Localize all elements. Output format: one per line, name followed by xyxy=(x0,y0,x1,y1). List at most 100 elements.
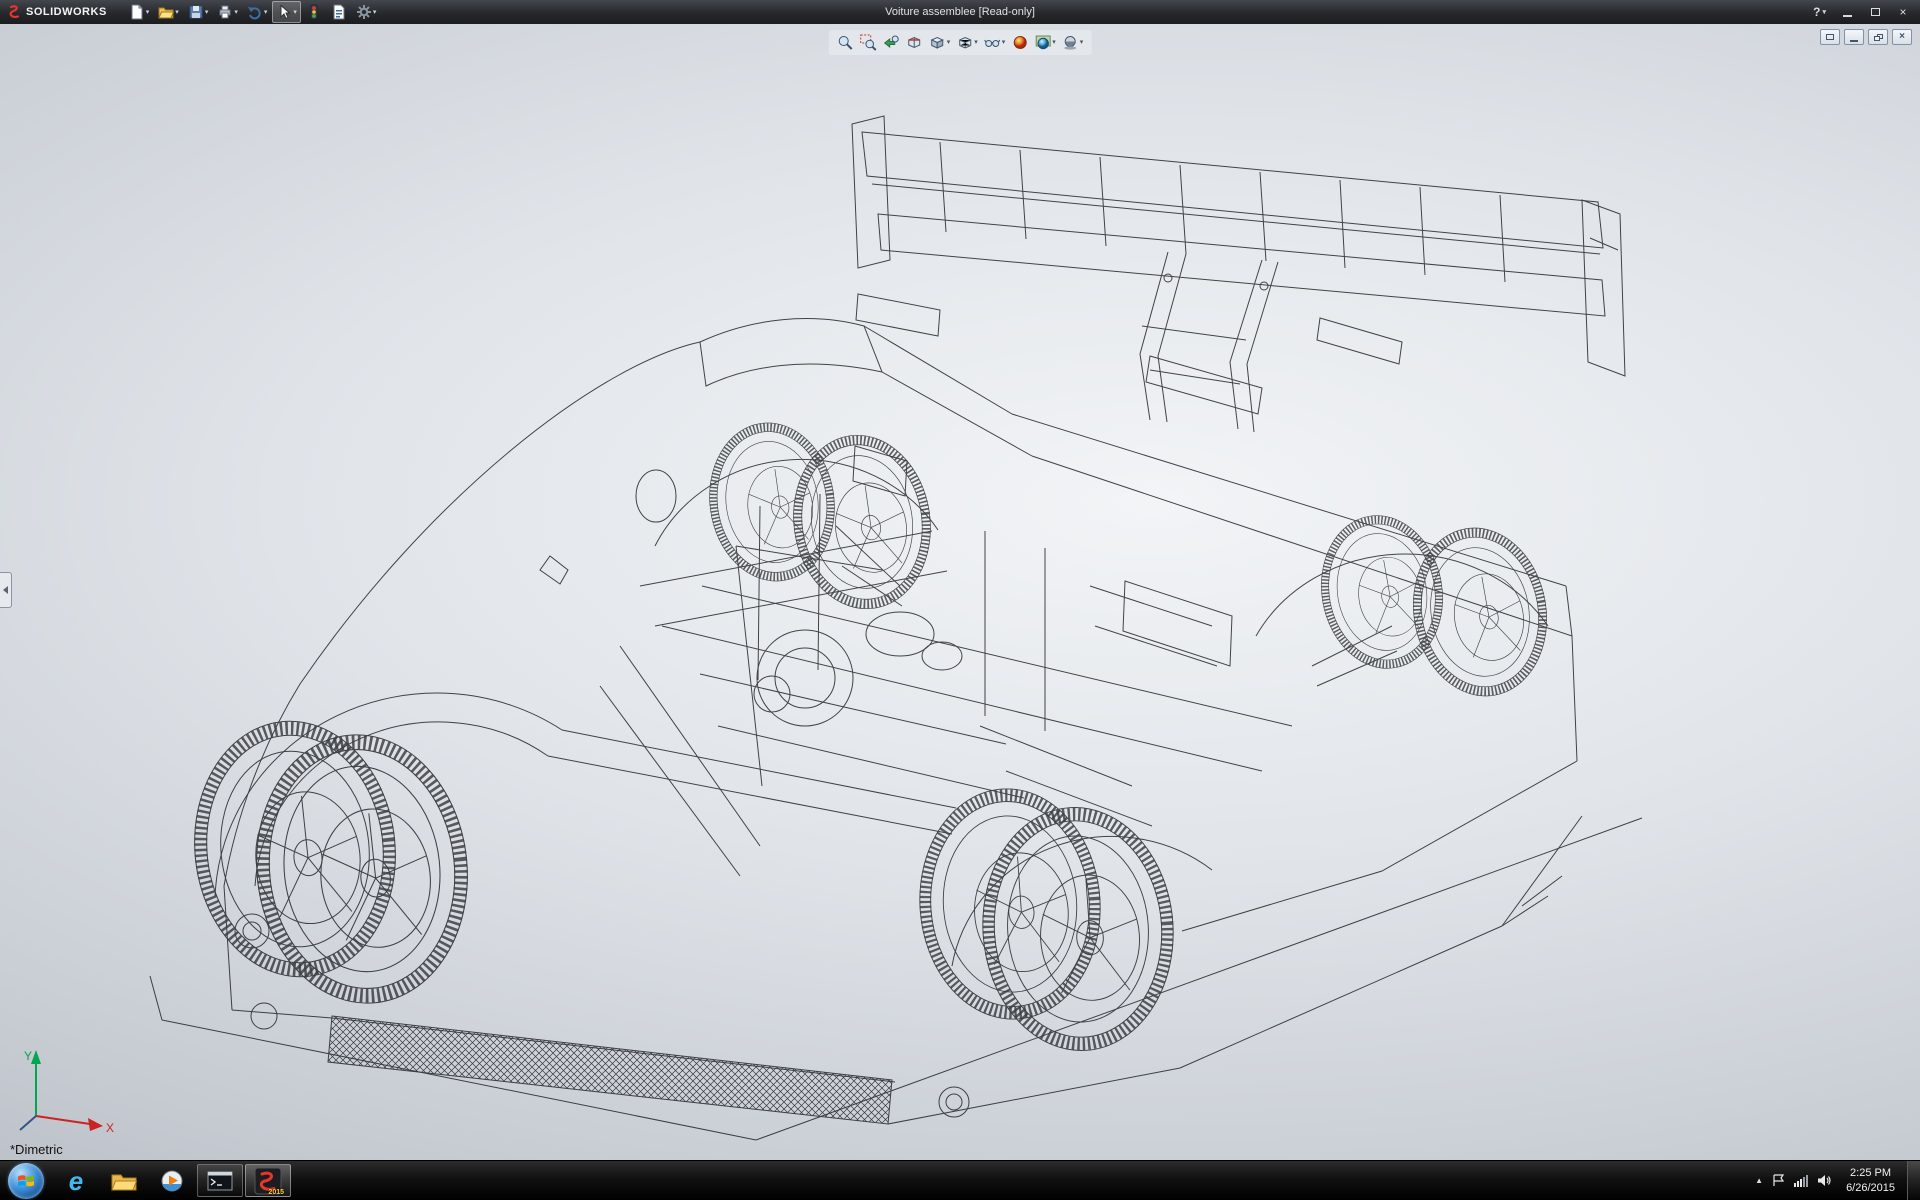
feature-manager-collapse-tab[interactable] xyxy=(0,572,12,608)
apply-scene-dropdown-arrow[interactable]: ▾ xyxy=(1052,39,1056,46)
folder-icon xyxy=(111,1174,137,1190)
section-view-button[interactable] xyxy=(904,32,925,53)
close-icon: × xyxy=(1899,5,1907,19)
internet-explorer-icon: e xyxy=(68,1165,84,1196)
heads-up-view-toolbar: ▾ ▾ ▾ ▾ ▾ xyxy=(828,30,1092,55)
section-view-icon xyxy=(908,36,921,49)
triad-y-label: Y xyxy=(24,1049,32,1063)
minimize-button[interactable] xyxy=(1834,3,1860,21)
options-dropdown-arrow[interactable]: ▾ xyxy=(373,9,377,16)
title-bar: SOLIDWORKS ▾ ▾ ▾ ▾ ▾ ▾ ▾ Voiture assembl… xyxy=(0,0,1920,24)
graphics-viewport[interactable]: ▾ ▾ ▾ ▾ ▾ × Y X *Dimetric xyxy=(0,24,1920,1160)
view-settings-button[interactable]: ▾ xyxy=(1060,32,1086,53)
hide-show-items-button[interactable]: ▾ xyxy=(982,32,1008,53)
undo-button[interactable]: ▾ xyxy=(243,1,272,23)
save-dropdown-arrow[interactable]: ▾ xyxy=(205,9,209,16)
file-properties-icon xyxy=(333,4,345,20)
windows-taskbar: e 2015 ▲ 2:25 PM 6/26/2015 xyxy=(0,1160,1920,1200)
new-document-button[interactable]: ▾ xyxy=(125,1,154,23)
volume-icon[interactable] xyxy=(1817,1174,1831,1187)
open-dropdown-arrow[interactable]: ▾ xyxy=(175,9,179,16)
minimize-icon xyxy=(1842,14,1852,17)
file-properties-button[interactable] xyxy=(327,1,351,23)
taskbar-command-prompt[interactable] xyxy=(197,1164,243,1197)
previous-view-icon xyxy=(883,35,899,49)
solidworks-application-window: SOLIDWORKS ▾ ▾ ▾ ▾ ▾ ▾ ▾ Voiture assembl… xyxy=(0,0,1920,1200)
zoom-to-area-button[interactable] xyxy=(858,32,879,53)
help-label: ? xyxy=(1813,5,1821,19)
select-dropdown-arrow[interactable]: ▾ xyxy=(293,9,297,16)
solidworks-logo: SOLIDWORKS xyxy=(0,4,117,20)
previous-view-button[interactable] xyxy=(881,32,902,53)
taskbar-internet-explorer[interactable]: e xyxy=(53,1164,99,1197)
taskbar-clock[interactable]: 2:25 PM 6/26/2015 xyxy=(1840,1166,1901,1195)
action-center-flag-icon[interactable] xyxy=(1772,1174,1785,1187)
command-prompt-icon xyxy=(207,1171,233,1190)
rebuild-traffic-light-icon xyxy=(310,4,318,20)
select-cursor-icon xyxy=(280,4,292,20)
help-dropdown-arrow[interactable]: ▾ xyxy=(1822,9,1826,16)
show-desktop-button[interactable] xyxy=(1907,1161,1920,1200)
maximize-icon xyxy=(1870,8,1880,16)
edit-appearance-ball-icon xyxy=(1013,36,1027,49)
taskbar-solidworks[interactable]: 2015 xyxy=(245,1164,291,1197)
zoom-to-fit-button[interactable] xyxy=(835,32,856,53)
show-hidden-icons-button[interactable]: ▲ xyxy=(1755,1176,1763,1185)
view-orientation-button[interactable]: ▾ xyxy=(927,32,953,53)
reference-triad: Y X xyxy=(19,1049,114,1135)
zoom-to-area-icon xyxy=(860,34,877,51)
select-window-button[interactable] xyxy=(1820,29,1840,45)
rebuild-button[interactable] xyxy=(302,1,326,23)
new-dropdown-arrow[interactable]: ▾ xyxy=(146,9,150,16)
triad-x-label: X xyxy=(106,1121,114,1135)
solidworks-taskbar-icon: 2015 xyxy=(254,1167,284,1196)
select-tool-button[interactable]: ▾ xyxy=(272,1,301,23)
open-button[interactable]: ▾ xyxy=(154,1,183,23)
start-button[interactable] xyxy=(0,1161,52,1200)
clock-date: 6/26/2015 xyxy=(1846,1181,1895,1194)
zoom-to-fit-icon xyxy=(838,36,853,50)
view-settings-icon xyxy=(1064,36,1077,50)
document-minimize-icon xyxy=(1850,39,1858,42)
view-settings-dropdown-arrow[interactable]: ▾ xyxy=(1080,39,1084,46)
clock-time: 2:25 PM xyxy=(1850,1167,1892,1180)
view-orientation-cube-icon xyxy=(930,36,944,49)
print-dropdown-arrow[interactable]: ▾ xyxy=(234,9,238,16)
undo-dropdown-arrow[interactable]: ▾ xyxy=(264,9,268,16)
system-tray: ▲ 2:25 PM 6/26/2015 xyxy=(1749,1161,1907,1200)
collapse-left-arrow-icon xyxy=(3,586,8,594)
taskbar-windows-explorer[interactable] xyxy=(101,1164,147,1197)
view-orientation-dropdown-arrow[interactable]: ▾ xyxy=(947,39,951,46)
close-button[interactable]: × xyxy=(1890,3,1916,21)
hide-show-eye-icon xyxy=(984,39,1001,47)
select-window-icon xyxy=(1826,34,1834,40)
document-minimize-button[interactable] xyxy=(1844,29,1864,45)
apply-scene-icon xyxy=(1035,35,1051,50)
hide-show-dropdown-arrow[interactable]: ▾ xyxy=(1002,39,1006,46)
solidworks-logo-icon xyxy=(9,5,20,19)
wireframe-car-model xyxy=(149,115,1643,1141)
document-restore-icon xyxy=(1873,33,1883,41)
main-toolbar: ▾ ▾ ▾ ▾ ▾ ▾ ▾ xyxy=(117,1,381,23)
windows-flag-icon xyxy=(18,1174,34,1186)
help-button[interactable]: ? ▾ xyxy=(1807,4,1832,20)
options-button[interactable]: ▾ xyxy=(352,1,381,23)
network-status-icon[interactable] xyxy=(1794,1174,1809,1187)
open-folder-icon xyxy=(158,7,175,19)
maximize-button[interactable] xyxy=(1862,3,1888,21)
brand-text: SOLIDWORKS xyxy=(26,6,107,18)
print-icon xyxy=(219,5,231,19)
apply-scene-button[interactable]: ▾ xyxy=(1032,32,1058,53)
media-player-icon xyxy=(161,1170,183,1191)
undo-icon xyxy=(247,7,261,20)
document-close-button[interactable]: × xyxy=(1892,29,1912,45)
document-close-icon: × xyxy=(1899,31,1905,42)
print-button[interactable]: ▾ xyxy=(213,1,242,23)
edit-appearance-button[interactable] xyxy=(1009,32,1030,53)
save-button[interactable]: ▾ xyxy=(184,1,213,23)
document-restore-button[interactable] xyxy=(1868,29,1888,45)
taskbar-media-player[interactable] xyxy=(149,1164,195,1197)
display-style-button[interactable]: ▾ xyxy=(954,32,980,53)
window-title: Voiture assemblee [Read-only] xyxy=(885,6,1035,18)
display-style-dropdown-arrow[interactable]: ▾ xyxy=(974,39,978,46)
